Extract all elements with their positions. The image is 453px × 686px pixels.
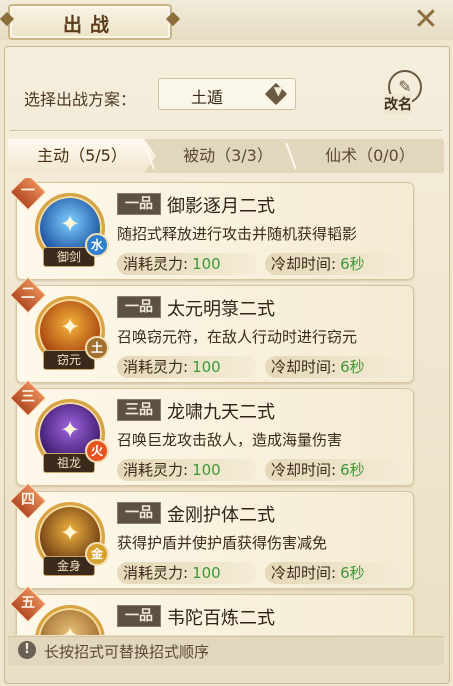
grade-tag: 一品 — [117, 193, 161, 215]
element-badge: 金 — [85, 542, 109, 566]
skill-description: 随招式释放进行攻击并随机获得韬影 — [117, 225, 358, 243]
cost-value: 100 — [192, 461, 221, 479]
window-title: 出战 — [62, 14, 117, 36]
tab-bar: 主动（5/5） 被动（3/3） 仙术（0/0） — [8, 139, 444, 173]
skill-description: 召唤窃元符，在敌人行动时进行窃元 — [117, 328, 358, 346]
cooldown-value: 6秒 — [340, 564, 365, 582]
divider — [10, 130, 442, 131]
cost-label: 消耗灵力: — [123, 358, 189, 376]
cooldown-value: 6秒 — [340, 255, 365, 273]
skill-card[interactable]: 三 ✦ 祖龙火三品 龙啸九天二式 召唤巨龙攻击敌人，造成海量伤害 消耗灵力: 100 冷却时间… — [9, 379, 414, 486]
rename-label: 改名 — [384, 94, 412, 114]
skill-description: 召唤巨龙攻击敌人，造成海量伤害 — [117, 431, 343, 449]
cooldown-label: 冷却时间: — [271, 358, 337, 376]
cost-stat: 消耗灵力: 100 — [117, 459, 257, 481]
close-icon[interactable]: ✕ — [409, 3, 443, 37]
element-badge: 火 — [85, 439, 109, 463]
cost-stat: 消耗灵力: 100 — [117, 356, 257, 378]
cost-label: 消耗灵力: — [123, 564, 189, 582]
skill-card[interactable]: 二 ✦ 窃元土一品 太元明箓二式 召唤窃元符，在敌人行动时进行窃元 消耗灵力: 100 冷却时… — [9, 276, 414, 383]
skill-name: 金刚护体二式 — [167, 505, 275, 526]
cooldown-stat: 冷却时间: 6秒 — [265, 459, 405, 481]
cooldown-label: 冷却时间: — [271, 255, 337, 273]
cost-value: 100 — [192, 255, 221, 273]
skill-name: 龙啸九天二式 — [167, 402, 275, 423]
skill-name: 御影逐月二式 — [167, 196, 275, 217]
skill-icon: ✦ — [35, 605, 105, 635]
rank-number: 一 — [21, 183, 35, 199]
grade-tag: 一品 — [117, 605, 161, 627]
cost-label: 消耗灵力: — [123, 255, 189, 273]
cooldown-stat: 冷却时间: 6秒 — [265, 356, 405, 378]
chevron-down-icon: ▼ — [273, 84, 283, 98]
rank-number: 四 — [21, 492, 35, 508]
cost-label: 消耗灵力: — [123, 461, 189, 479]
skill-card[interactable]: 一 ✦ 御剑水一品 御影逐月二式 随招式释放进行攻击并随机获得韬影 消耗灵力: 100 冷却时… — [9, 178, 414, 280]
plan-dropdown[interactable]: 土遁 ▼ — [158, 78, 296, 110]
cooldown-value: 6秒 — [340, 358, 365, 376]
rank-number: 五 — [21, 595, 35, 611]
cooldown-label: 冷却时间: — [271, 564, 337, 582]
tab-passive-skills[interactable]: 被动（3/3） — [158, 139, 298, 173]
rank-number: 三 — [21, 389, 35, 405]
rename-button[interactable]: ✎ 改名 — [376, 66, 434, 114]
cooldown-label: 冷却时间: — [271, 461, 337, 479]
cooldown-stat: 冷却时间: 6秒 — [265, 562, 405, 584]
skill-list[interactable]: 一 ✦ 御剑水一品 御影逐月二式 随招式释放进行攻击并随机获得韬影 消耗灵力: 100 冷却时… — [0, 178, 453, 635]
info-icon: ! — [18, 641, 36, 659]
hint-text: 长按招式可替换招式顺序 — [44, 643, 210, 661]
cooldown-value: 6秒 — [340, 461, 365, 479]
grade-tag: 一品 — [117, 502, 161, 524]
skill-name: 太元明箓二式 — [167, 299, 275, 320]
element-badge: 水 — [85, 233, 109, 257]
grade-tag: 三品 — [117, 399, 161, 421]
plan-selected-value: 土遁 — [191, 88, 224, 107]
skill-description: 获得护盾并使护盾获得伤害减免 — [117, 534, 328, 552]
title-plate: 出战 — [8, 4, 172, 40]
skill-card[interactable]: 五✦ 一品韦陀百炼二式 — [9, 585, 414, 635]
cost-stat: 消耗灵力: 100 — [117, 253, 257, 275]
skill-name: 韦陀百炼二式 — [167, 608, 275, 629]
skill-art-icon: ✦ — [38, 622, 102, 635]
tab-spells[interactable]: 仙术（0/0） — [300, 139, 440, 173]
hint-bar: ! 长按招式可替换招式顺序 — [8, 636, 444, 665]
top-bar: 出战 ✕ — [0, 0, 453, 40]
cost-value: 100 — [192, 564, 221, 582]
rank-number: 二 — [21, 286, 35, 302]
tab-active-skills[interactable]: 主动（5/5） — [8, 139, 156, 173]
cooldown-stat: 冷却时间: 6秒 — [265, 253, 405, 275]
skill-card[interactable]: 四 ✦ 金身金一品 金刚护体二式 获得护盾并使护盾获得伤害减免 消耗灵力: 100 冷却时间:… — [9, 482, 414, 589]
cost-stat: 消耗灵力: 100 — [117, 562, 257, 584]
plan-label: 选择出战方案： — [24, 90, 137, 109]
grade-tag: 一品 — [117, 296, 161, 318]
cost-value: 100 — [192, 358, 221, 376]
element-badge: 土 — [85, 336, 109, 360]
